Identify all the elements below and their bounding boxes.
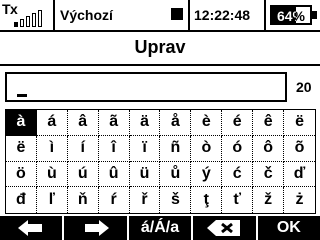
text-cursor xyxy=(17,94,27,97)
char-key[interactable]: â xyxy=(67,110,99,136)
char-key[interactable]: ë xyxy=(284,110,315,136)
char-key[interactable]: ř xyxy=(130,187,161,213)
signal-strength-icon xyxy=(14,9,50,27)
model-name: Výchozí xyxy=(60,7,113,23)
char-key[interactable]: č xyxy=(253,161,285,188)
title-divider xyxy=(0,64,320,66)
char-key[interactable]: é xyxy=(222,110,254,136)
char-key[interactable]: ľ xyxy=(37,187,68,213)
status-bar: Tx Výchozí 12:22:48 64% xyxy=(0,0,320,30)
char-key[interactable]: í xyxy=(67,135,99,162)
char-key[interactable]: š xyxy=(160,187,192,213)
char-key[interactable]: ã xyxy=(98,110,130,136)
char-key[interactable]: ù xyxy=(36,161,68,188)
char-key[interactable]: ť xyxy=(222,187,254,213)
move-left-button[interactable] xyxy=(0,216,62,240)
char-key[interactable]: ţ xyxy=(191,187,223,213)
char-key[interactable]: ü xyxy=(129,161,161,188)
backspace-icon xyxy=(207,220,241,236)
char-key[interactable]: ú xyxy=(67,161,99,188)
battery-percent: 64% xyxy=(276,8,306,24)
case-toggle-button[interactable]: á/Á/a xyxy=(126,216,191,240)
char-key[interactable]: ì xyxy=(36,135,68,162)
char-key[interactable]: ď xyxy=(284,162,315,188)
char-key[interactable]: ë xyxy=(6,135,37,162)
char-key[interactable]: ć xyxy=(222,161,254,188)
char-key[interactable]: ů xyxy=(160,161,192,188)
page-title: Uprav xyxy=(134,37,186,57)
status-separator xyxy=(53,0,55,30)
char-key[interactable]: ň xyxy=(68,187,99,213)
char-key[interactable]: õ xyxy=(284,136,315,162)
char-key[interactable]: ó xyxy=(222,135,254,162)
max-length-label: 20 xyxy=(296,79,312,95)
stop-square-icon xyxy=(171,8,183,20)
backspace-button[interactable] xyxy=(191,216,255,240)
text-input-field[interactable] xyxy=(5,72,287,102)
char-key[interactable]: ż xyxy=(284,187,315,213)
char-key[interactable]: ï xyxy=(129,135,161,162)
status-divider xyxy=(0,30,320,32)
char-key[interactable]: ž xyxy=(253,187,285,213)
status-separator xyxy=(188,0,190,30)
char-key[interactable]: û xyxy=(98,161,130,188)
ok-button[interactable]: OK xyxy=(255,216,320,240)
char-key[interactable]: è xyxy=(191,110,223,136)
char-key[interactable]: ñ xyxy=(160,135,192,162)
char-key[interactable]: ŕ xyxy=(99,187,130,213)
char-key[interactable]: å xyxy=(160,110,192,136)
arrow-left-icon xyxy=(18,220,43,236)
clock-time: 12:22:48 xyxy=(194,7,251,23)
char-key[interactable]: ý xyxy=(191,161,223,188)
char-key[interactable]: î xyxy=(98,135,130,162)
arrow-right-icon xyxy=(84,220,109,236)
char-key[interactable]: ò xyxy=(191,135,223,162)
char-key[interactable]: á xyxy=(36,110,68,136)
bottom-button-bar: á/Á/a OK xyxy=(0,216,320,240)
char-key[interactable]: ä xyxy=(129,110,161,136)
char-key[interactable]: đ xyxy=(6,187,37,213)
char-key[interactable]: à xyxy=(6,110,37,136)
character-keyboard: àáâãäåèéêëëìíîïñòóôõöùúûüůýćčďđľňŕřšţťžż xyxy=(5,109,316,214)
battery-terminal xyxy=(312,11,317,19)
battery-icon: 64% xyxy=(270,5,317,25)
char-key[interactable]: ê xyxy=(253,110,285,136)
status-separator xyxy=(264,0,266,30)
char-key[interactable]: ô xyxy=(253,135,285,162)
move-right-button[interactable] xyxy=(62,216,126,240)
char-key[interactable]: ö xyxy=(6,161,37,188)
